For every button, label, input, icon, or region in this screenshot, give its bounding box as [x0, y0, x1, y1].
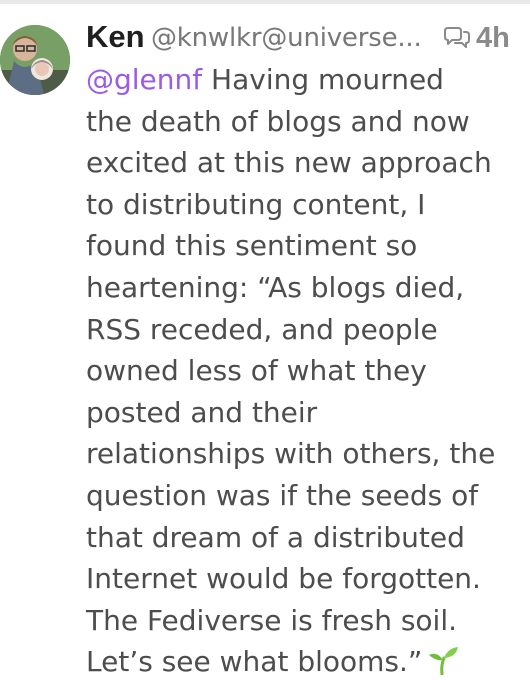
post-body: @glennf Having mourned the death of blog…	[86, 59, 522, 680]
reply-thread-icon	[444, 27, 470, 48]
body-line: owned less of what they	[86, 354, 427, 388]
body-line: to distributing content, I	[86, 187, 426, 221]
body-line: heartening: “As blogs died,	[86, 270, 465, 304]
post-header: Ken @knwlkr@universe... 4h	[86, 18, 526, 62]
body-line: excited at this new approach	[86, 146, 492, 180]
body-line: the death of blogs and now	[86, 104, 470, 138]
body-line: found this sentiment so	[86, 229, 418, 263]
avatar[interactable]	[0, 25, 70, 95]
body-line: question was if the seeds of	[86, 478, 479, 512]
body-line: posted and their	[86, 395, 318, 429]
body-line: @glennf Having mourned	[86, 59, 522, 101]
body-line: relationships with others, the	[86, 437, 496, 471]
body-line: The Fediverse is fresh soil.	[86, 603, 458, 637]
body-line-text: Let’s see what blooms.”	[86, 645, 423, 679]
top-divider	[0, 0, 530, 4]
avatar-photo	[0, 25, 70, 95]
body-line: that dream of a distributed	[86, 520, 465, 554]
post-timestamp[interactable]: 4h	[476, 19, 510, 57]
body-line: Let’s see what blooms.”	[86, 641, 522, 680]
display-name[interactable]: Ken	[86, 18, 145, 56]
body-line-text: Having mourned	[202, 63, 444, 96]
account-handle[interactable]: @knwlkr@universe...	[151, 19, 429, 57]
mention-link[interactable]: @glennf	[86, 63, 202, 96]
body-line: RSS receded, and people	[86, 312, 438, 346]
body-line: Internet would be forgotten.	[86, 562, 481, 596]
post-page: Ken @knwlkr@universe... 4h @glennf Havin…	[0, 0, 530, 680]
seedling-icon	[429, 647, 459, 676]
